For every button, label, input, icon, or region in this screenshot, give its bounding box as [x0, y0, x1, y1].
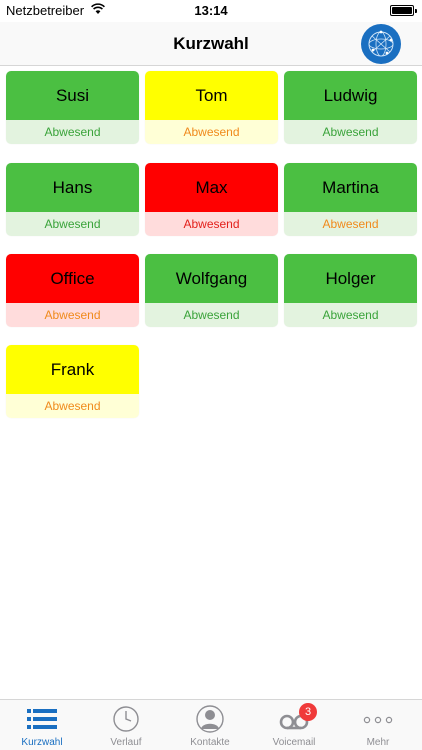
contact-status: Abwesend — [284, 212, 417, 236]
status-bar: Netzbetreiber 13:14 — [0, 0, 422, 22]
contact-status: Abwesend — [6, 212, 139, 236]
contact-name: Wolfgang — [145, 254, 278, 303]
contact-name: Office — [6, 254, 139, 303]
contact-tile[interactable]: Wolfgang Abwesend — [145, 254, 278, 327]
contact-status: Abwesend — [284, 303, 417, 327]
page-title: Kurzwahl — [173, 34, 249, 53]
contact-status: Abwesend — [145, 212, 278, 236]
contact-name: Max — [145, 163, 278, 212]
tab-bar: Kurzwahl Verlauf Kontakte 3 Voicemail Me… — [0, 699, 422, 750]
tab-mehr[interactable]: Mehr — [336, 700, 420, 750]
tab-voicemail[interactable]: 3 Voicemail — [252, 700, 336, 750]
tab-verlauf[interactable]: Verlauf — [84, 700, 168, 750]
contact-status: Abwesend — [284, 120, 417, 144]
tab-kurzwahl[interactable]: Kurzwahl — [0, 700, 84, 750]
battery-icon — [390, 5, 417, 16]
contact-status: Abwesend — [145, 303, 278, 327]
contact-tile[interactable]: Holger Abwesend — [284, 254, 417, 327]
globe-network-graphic — [368, 30, 394, 57]
navigation-bar: Kurzwahl — [0, 22, 422, 66]
tab-label: Verlauf — [110, 737, 142, 748]
tab-kontakte[interactable]: Kontakte — [168, 700, 252, 750]
contact-tile[interactable]: Frank Abwesend — [6, 345, 139, 418]
contact-tile[interactable]: Martina Abwesend — [284, 163, 417, 236]
tab-label: Mehr — [366, 737, 390, 748]
contact-status: Abwesend — [145, 120, 278, 144]
contact-status: Abwesend — [6, 303, 139, 327]
tab-label: Kurzwahl — [21, 737, 63, 748]
status-time: 13:14 — [194, 3, 228, 18]
contact-tile[interactable]: Hans Abwesend — [6, 163, 139, 236]
contact-status: Abwesend — [6, 120, 139, 144]
contact-tile[interactable]: Office Abwesend — [6, 254, 139, 327]
contact-name: Holger — [284, 254, 417, 303]
contact-tile[interactable]: Susi Abwesend — [6, 71, 139, 144]
globe-network-icon[interactable] — [361, 24, 401, 64]
list-icon — [27, 709, 57, 729]
contact-name: Susi — [6, 71, 139, 120]
contact-name: Tom — [145, 71, 278, 120]
contact-tile[interactable]: Ludwig Abwesend — [284, 71, 417, 144]
tab-label: Voicemail — [272, 737, 316, 748]
contact-name: Martina — [284, 163, 417, 212]
contact-name: Ludwig — [284, 71, 417, 120]
tab-label: Kontakte — [190, 737, 230, 748]
contact-tile[interactable]: Tom Abwesend — [145, 71, 278, 144]
contact-name: Hans — [6, 163, 139, 212]
clock-icon — [113, 706, 139, 732]
person-icon — [196, 705, 224, 733]
more-icon — [363, 716, 393, 724]
contact-name: Frank — [6, 345, 139, 394]
contact-tile[interactable]: Max Abwesend — [145, 163, 278, 236]
contact-status: Abwesend — [6, 394, 139, 418]
voicemail-badge: 3 — [299, 703, 317, 721]
